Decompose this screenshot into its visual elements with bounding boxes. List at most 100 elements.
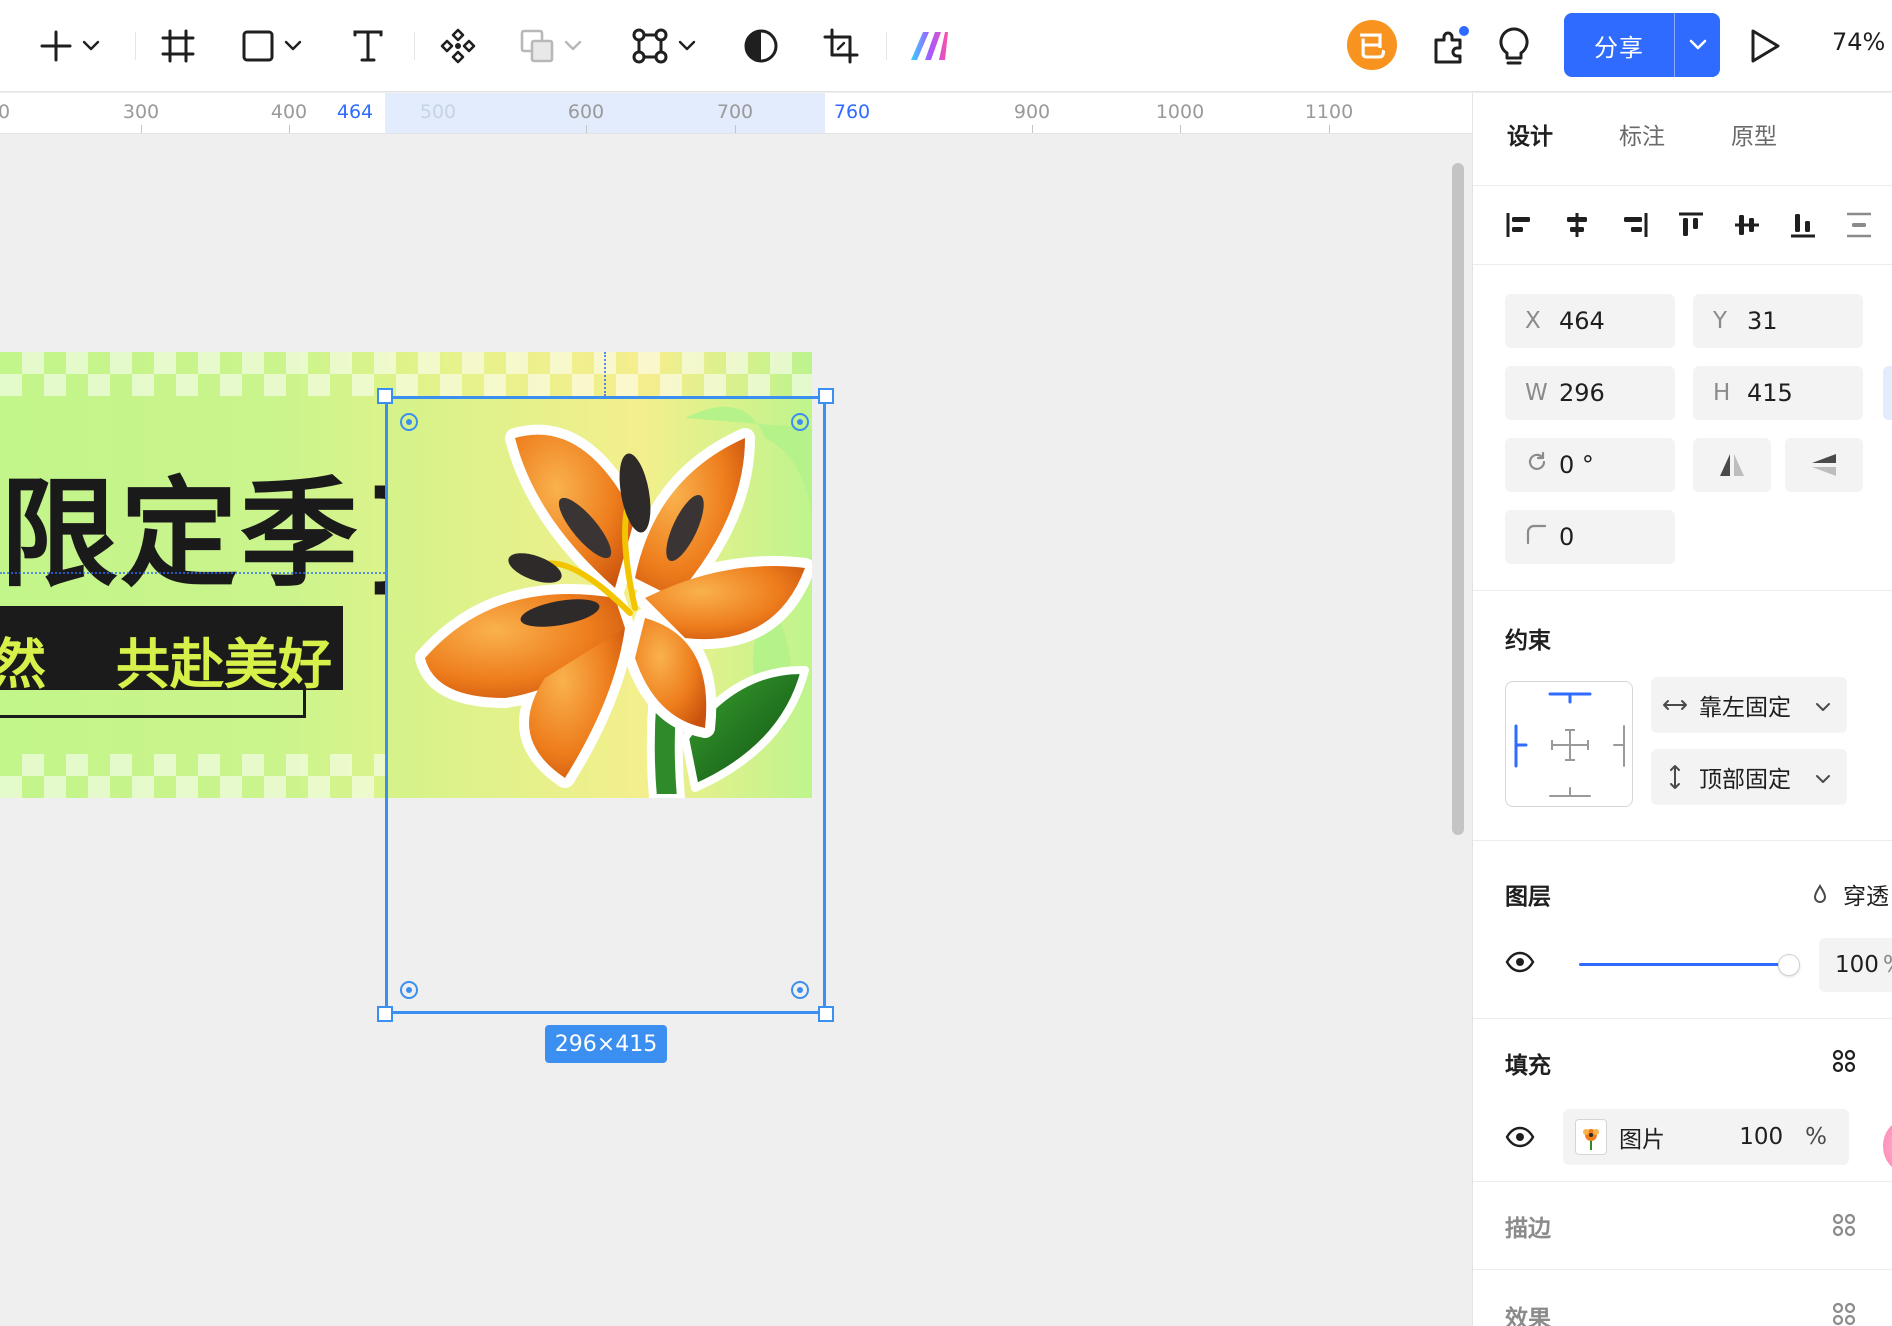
add-stroke-button[interactable] [1831,1212,1857,1242]
width-field[interactable]: W 296 [1505,366,1675,420]
remove-fill-button[interactable] [1883,1121,1892,1171]
align-bottom-icon [1791,214,1815,238]
vertical-scrollbar[interactable] [1452,163,1464,835]
x-value: 464 [1559,307,1605,335]
ai-tool-button[interactable] [908,22,950,70]
resize-handle-bottom-right[interactable] [818,1006,834,1022]
align-right-icon [1624,213,1648,237]
align-center-vertical-icon [1735,215,1759,235]
banner-black-band[interactable]: 然 共赴美好 [0,606,343,696]
chevron-down-icon [678,40,696,51]
chevron-down-icon [1689,39,1706,50]
ruler-label: 1100 [1304,101,1354,123]
constraints-title: 约束 [1505,628,1551,654]
band-text-left: 然 [0,633,46,696]
selection-bounding-box[interactable] [385,396,826,1014]
constraint-widget[interactable] [1505,681,1633,807]
resize-handle-bottom-left[interactable] [377,1006,393,1022]
align-left-button[interactable] [1501,207,1537,243]
blend-mode-select[interactable]: 穿透 [1811,877,1889,911]
align-top-button[interactable] [1673,207,1709,243]
component-tool-button[interactable] [438,22,478,70]
align-left-icon [1506,213,1530,237]
w-value: 296 [1559,379,1605,407]
share-button[interactable]: 分享 [1564,13,1674,77]
fill-styles-button[interactable] [1831,1048,1857,1078]
zoom-level: 74% [1832,28,1886,56]
align-bottom-button[interactable] [1785,207,1821,243]
tips-button[interactable] [1496,22,1532,70]
ai-logo-icon [911,32,948,60]
user-avatar[interactable]: 已 [1347,20,1397,70]
align-center-h-button[interactable] [1559,207,1595,243]
properties-panel: 设计 标注 原型 X 464 Y 31 W 296 H 415 0 ° 0 约束… [1472,93,1892,1326]
opacity-slider-track[interactable] [1579,963,1789,966]
rotate-handle-top-right[interactable] [791,413,809,431]
align-right-button[interactable] [1617,207,1653,243]
vertical-constraint-select[interactable]: 顶部固定 [1651,749,1847,805]
rotate-handle-bottom-left[interactable] [400,981,418,999]
y-label: Y [1713,308,1728,334]
opacity-slider-knob[interactable] [1779,955,1799,975]
style-grid-icon [1832,1213,1856,1237]
component-icon [440,28,476,64]
tab-prototype[interactable]: 原型 [1731,117,1777,151]
fill-layer-row[interactable]: 图片 100 % [1563,1109,1849,1165]
play-icon [1751,29,1780,63]
frame-icon [161,29,195,63]
ruler-selection-start: 464 [336,101,374,123]
text-icon [353,30,383,62]
ruler-label: 0 [0,101,10,123]
mask-icon [744,29,778,63]
design-canvas[interactable]: 限定季} 然 共赴美好 296×415 [0,134,1472,1326]
align-center-v-button[interactable] [1729,207,1765,243]
fill-opacity-unit: % [1805,1124,1827,1150]
y-position-field[interactable]: Y 31 [1693,294,1863,348]
layer-title: 图层 [1505,884,1551,910]
share-options-button[interactable] [1675,13,1720,77]
distribute-button[interactable] [1841,207,1877,243]
horizontal-constraint-select[interactable]: 靠左固定 [1651,677,1847,733]
fill-title: 填充 [1505,1053,1551,1079]
tab-design[interactable]: 设计 [1507,117,1553,151]
resize-handle-top-left[interactable] [377,388,393,404]
corner-radius-field[interactable]: 0 [1505,510,1675,564]
rotation-field[interactable]: 0 ° [1505,438,1675,492]
constraint-diagram-icon [1514,692,1625,797]
share-button-group: 分享 [1564,13,1720,77]
preview-play-button[interactable] [1748,22,1782,70]
height-field[interactable]: H 415 [1693,366,1863,420]
layer-opacity-field[interactable]: 100 % [1819,938,1892,992]
zoom-level-dropdown[interactable]: 74% [1832,28,1885,56]
flip-vertical-button[interactable] [1785,438,1863,492]
frame-tool-button[interactable] [160,22,196,70]
crop-tool-button[interactable] [822,22,860,70]
rotate-handle-bottom-right[interactable] [791,981,809,999]
ruler-selection-end: 760 [833,101,871,123]
vector-tool-button[interactable] [630,22,696,70]
layer-visibility-toggle[interactable] [1505,951,1535,977]
rotate-handle-top-left[interactable] [400,413,418,431]
banner-outline-box [0,690,306,718]
flip-horizontal-button[interactable] [1693,438,1771,492]
tab-annotate[interactable]: 标注 [1619,117,1665,151]
text-tool-button[interactable] [350,22,386,70]
boolean-tool-button[interactable] [518,22,582,70]
banner-title[interactable]: 限定季} [0,438,446,609]
constrain-proportions-toggle[interactable] [1883,366,1892,420]
fill-visibility-toggle[interactable] [1505,1126,1535,1152]
horizontal-arrows-icon [1651,698,1699,712]
y-value: 31 [1747,307,1778,335]
mask-tool-button[interactable] [742,22,780,70]
resize-handle-top-right[interactable] [818,388,834,404]
plugins-button[interactable] [1430,22,1470,70]
flip-vertical-icon [1812,454,1836,476]
fill-image-thumbnail[interactable] [1575,1119,1607,1155]
add-effect-button[interactable] [1831,1301,1857,1326]
x-position-field[interactable]: X 464 [1505,294,1675,348]
stroke-title: 描边 [1505,1216,1551,1242]
smart-guide-horizontal [0,572,385,574]
rectangle-tool-button[interactable] [240,22,302,70]
layer-opacity-value: 100 [1835,952,1879,978]
add-tool-button[interactable] [38,22,100,70]
